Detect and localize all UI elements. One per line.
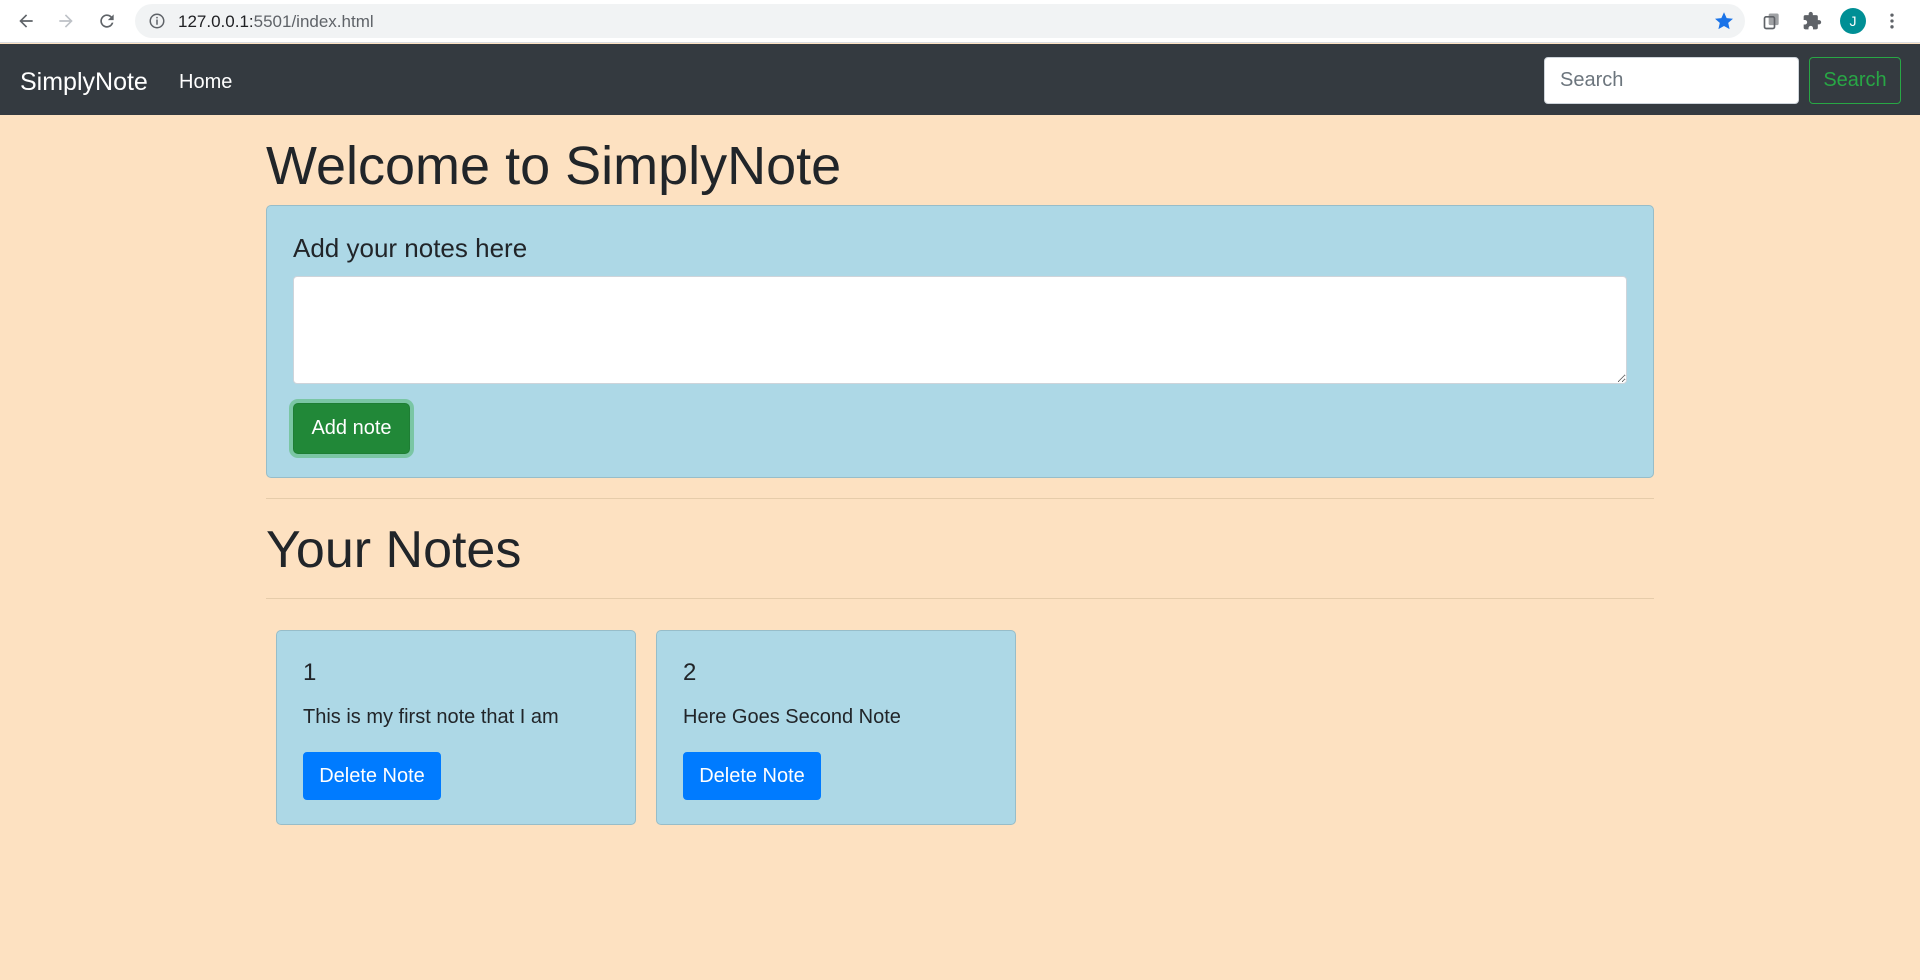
divider	[266, 598, 1654, 599]
note-card: 1 This is my first note that I am Delete…	[276, 630, 636, 825]
navbar: SimplyNote Home Search	[0, 44, 1920, 115]
add-note-card: Add your notes here Add note	[266, 205, 1654, 478]
profile-avatar[interactable]: J	[1840, 8, 1866, 34]
delete-note-button[interactable]: Delete Note	[303, 752, 441, 800]
delete-note-button[interactable]: Delete Note	[683, 752, 821, 800]
note-text: This is my first note that I am	[303, 706, 559, 728]
note-text: Here Goes Second Note	[683, 706, 901, 728]
puzzle-icon	[1803, 11, 1822, 30]
brand-link[interactable]: SimplyNote	[20, 68, 148, 97]
add-note-heading: Add your notes here	[293, 233, 528, 263]
info-icon[interactable]	[148, 12, 166, 30]
search-input[interactable]	[1544, 57, 1799, 104]
extension-button[interactable]	[1760, 9, 1784, 33]
note-card: 2 Here Goes Second Note Delete Note	[656, 630, 1016, 825]
extensions-menu-button[interactable]	[1800, 9, 1824, 33]
star-icon[interactable]	[1713, 10, 1735, 32]
back-icon	[19, 14, 33, 28]
url-text: 127.0.0.1:5501/index.html	[178, 12, 374, 32]
kebab-menu-icon	[1890, 13, 1894, 29]
url-path: 5501/index.html	[253, 12, 374, 31]
search-button[interactable]: Search	[1809, 57, 1901, 104]
forward-icon	[59, 14, 73, 28]
divider	[266, 498, 1654, 499]
reload-icon	[100, 14, 114, 28]
back-button[interactable]	[12, 7, 40, 35]
address-bar[interactable]: 127.0.0.1:5501/index.html	[135, 4, 1745, 38]
note-title: 1	[303, 659, 317, 686]
browser-menu-button[interactable]	[1880, 9, 1904, 33]
extension-icon	[1763, 13, 1779, 30]
browser-toolbar: 127.0.0.1:5501/index.html J	[0, 0, 1920, 43]
reload-button[interactable]	[93, 7, 121, 35]
note-textarea[interactable]	[293, 276, 1627, 384]
note-title: 2	[683, 659, 697, 686]
notes-heading: Your Notes	[266, 521, 522, 579]
page-title: Welcome to SimplyNote	[266, 136, 842, 196]
url-host: 127.0.0.1:	[178, 12, 254, 31]
forward-button[interactable]	[52, 7, 80, 35]
nav-home-link[interactable]: Home	[179, 71, 232, 94]
add-note-button[interactable]: Add note	[293, 403, 410, 454]
